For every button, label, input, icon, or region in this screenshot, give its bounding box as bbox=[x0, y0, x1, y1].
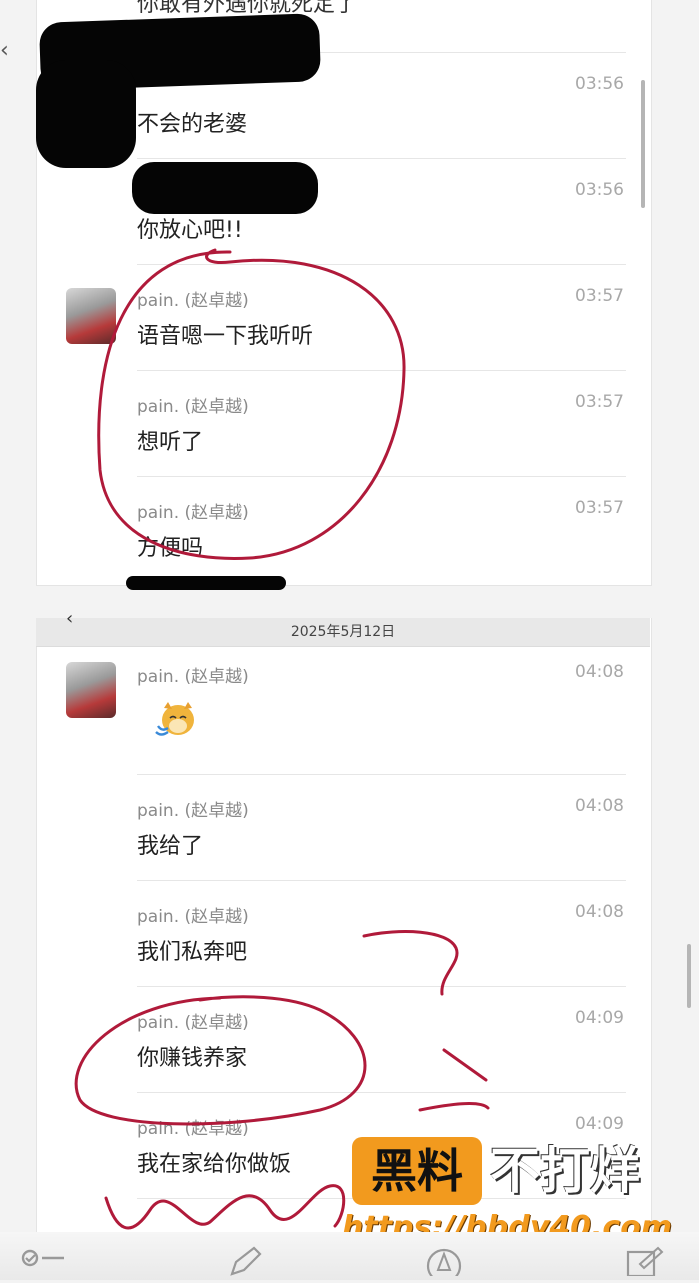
message-text[interactable]: 想听了 bbox=[137, 424, 203, 456]
message-item: pain. (赵卓越) 04:08 bbox=[36, 652, 650, 774]
message-sender[interactable]: pain. (赵卓越) bbox=[137, 796, 249, 821]
checklist-icon[interactable] bbox=[20, 1246, 66, 1279]
message-time: 03:57 bbox=[575, 286, 624, 306]
message-text[interactable]: 你放心吧!! bbox=[137, 212, 243, 244]
bottom-toolbar bbox=[0, 1232, 699, 1283]
message-text[interactable]: 不会的老婆 bbox=[137, 106, 247, 138]
message-time: 04:08 bbox=[575, 902, 624, 922]
message-time: 04:09 bbox=[575, 1114, 624, 1134]
message-time: 03:56 bbox=[575, 180, 624, 200]
message-time: 04:08 bbox=[575, 662, 624, 682]
message-sender[interactable]: pain. (赵卓越) bbox=[137, 662, 249, 687]
separator bbox=[137, 264, 626, 265]
separator bbox=[137, 1092, 626, 1093]
message-sender[interactable]: pain. (赵卓越) bbox=[137, 286, 249, 311]
message-item: pain. (赵卓越) 03:57 想听了 bbox=[36, 370, 650, 476]
separator bbox=[137, 774, 626, 775]
crying-doge-sticker[interactable] bbox=[154, 700, 198, 740]
avatar[interactable] bbox=[66, 662, 116, 718]
separator bbox=[137, 158, 626, 159]
separator bbox=[137, 986, 626, 987]
edit-icon[interactable] bbox=[624, 1246, 664, 1283]
scrollbar[interactable] bbox=[641, 80, 645, 208]
message-time: 03:57 bbox=[575, 392, 624, 412]
back-arrow-icon[interactable]: ‹ bbox=[0, 38, 10, 63]
scrollbar[interactable] bbox=[687, 944, 691, 1008]
pen-icon[interactable] bbox=[226, 1246, 264, 1283]
separator bbox=[137, 476, 626, 477]
message-sender[interactable]: pain. (赵卓越) bbox=[137, 1114, 249, 1139]
message-sender[interactable]: pain. (赵卓越) bbox=[137, 498, 249, 523]
message-item: pain. (赵卓越) 03:57 方便吗 bbox=[36, 476, 650, 582]
separator bbox=[137, 370, 626, 371]
date-header: 2025年5月12日 bbox=[36, 618, 650, 647]
avatar[interactable] bbox=[66, 288, 116, 344]
watermark-box: 黑料 bbox=[352, 1137, 482, 1205]
message-item: pain. (赵卓越) 04:08 我给了 bbox=[36, 774, 650, 880]
back-arrow-icon[interactable]: ‹ bbox=[66, 608, 73, 629]
message-sender[interactable]: pain. (赵卓越) bbox=[137, 1008, 249, 1033]
separator bbox=[137, 880, 626, 881]
message-time: 03:56 bbox=[575, 74, 624, 94]
redaction-mark bbox=[132, 162, 318, 214]
message-sender[interactable]: pain. (赵卓越) bbox=[137, 392, 249, 417]
message-item: 03:56 你放心吧!! bbox=[36, 158, 650, 264]
message-time: 04:09 bbox=[575, 1008, 624, 1028]
message-text[interactable]: 你赚钱养家 bbox=[137, 1040, 247, 1072]
message-text[interactable]: 方便吗 bbox=[137, 530, 203, 562]
message-text[interactable]: 我在家给你做饭 bbox=[137, 1146, 291, 1178]
message-time: 03:57 bbox=[575, 498, 624, 518]
watermark-text: 不打烊 bbox=[490, 1142, 640, 1200]
message-sender[interactable]: pain. (赵卓越) bbox=[137, 902, 249, 927]
message-text[interactable]: 我给了 bbox=[137, 828, 203, 860]
message-item: pain. (赵卓越) 04:09 你赚钱养家 bbox=[36, 986, 650, 1092]
message-text[interactable]: 语音嗯一下我听听 bbox=[137, 318, 313, 350]
watermark: 黑料 不打烊 bbox=[352, 1137, 682, 1207]
message-item: pain. (赵卓越) 04:08 我们私奔吧 bbox=[36, 880, 650, 986]
message-time: 04:08 bbox=[575, 796, 624, 816]
redaction-mark bbox=[126, 576, 286, 590]
compass-icon[interactable] bbox=[424, 1246, 464, 1283]
message-item: pain. (赵卓越) 03:57 语音嗯一下我听听 bbox=[36, 264, 650, 370]
message-text[interactable]: 我们私奔吧 bbox=[137, 934, 247, 966]
redaction-mark bbox=[36, 60, 136, 168]
